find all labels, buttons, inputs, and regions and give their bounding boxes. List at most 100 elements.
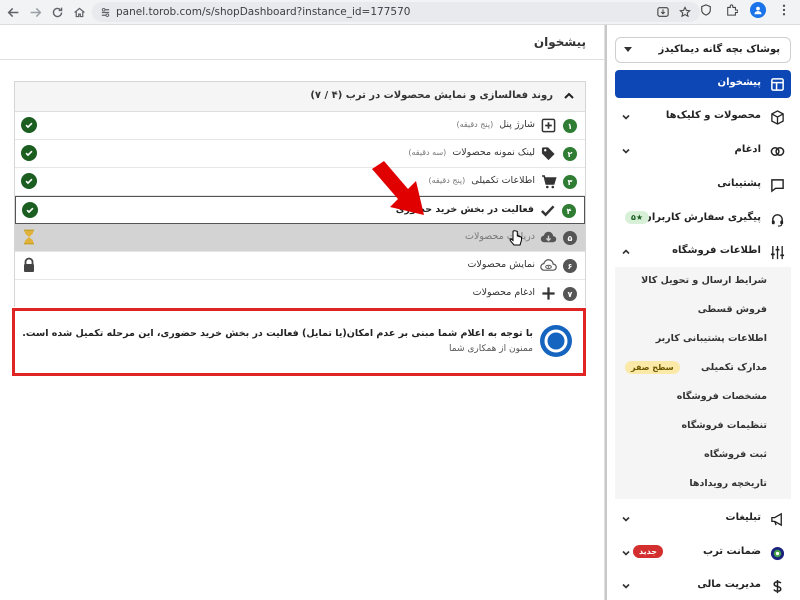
cart-icon: [540, 173, 557, 190]
notice-subtext: ممنون از همکاری شما: [449, 344, 533, 354]
sidebar-item-merge[interactable]: ادغام: [615, 137, 791, 165]
notice-text: با توجه به اعلام شما مبنی بر عدم امکان(ی…: [22, 328, 533, 339]
step-row-active[interactable]: ۴ فعالیت در بخش خرید حضوری: [15, 196, 585, 224]
tag-icon: [540, 145, 557, 162]
sidebar-item-store-info[interactable]: اطلاعات فروشگاه: [615, 238, 791, 266]
sidebar-subitem-label: مدارک تکمیلی: [701, 362, 767, 373]
step-number: ۴: [562, 204, 576, 218]
sidebar-subitem-label: فروش قسطی: [697, 304, 767, 315]
browser-menu-icon[interactable]: [776, 2, 792, 18]
step-row[interactable]: ۳ اطلاعات تکمیلی (پنج دقیقه): [15, 168, 585, 196]
main-content: پیشخوان روند فعالسازی و نمایش محصولات در…: [0, 25, 604, 600]
sidebar-item-label: تبلیغات: [725, 512, 761, 523]
sidebar-subitem-store-details[interactable]: مشخصات فروشگاه: [615, 383, 791, 412]
sidebar-item-support[interactable]: پشتیبانی: [615, 171, 791, 199]
chevron-down-icon[interactable]: [621, 112, 631, 122]
sidebar-subitem-label: شرایط ارسال و تحویل کالا: [641, 275, 767, 286]
dollar-icon: [769, 578, 785, 594]
sidebar-subitem-documents[interactable]: مدارک تکمیلی سطح صفر: [615, 354, 791, 383]
step-label: لینک نمونه محصولات (سه دقیقه): [408, 147, 535, 158]
step-number: ۶: [563, 259, 577, 273]
sidebar-subitem-label: تاریخچه رویدادها: [689, 478, 767, 489]
check-circle-icon: [21, 173, 37, 189]
merge-icon: [769, 143, 785, 159]
plus-box-icon: [540, 117, 557, 134]
sidebar-item-label: ضمانت ترب: [703, 546, 761, 557]
caret-down-icon[interactable]: [624, 47, 632, 52]
annotation-arrow-icon: [372, 161, 424, 215]
panel-header[interactable]: روند فعالسازی و نمایش محصولات در ترب (۴ …: [15, 82, 585, 112]
sidebar-subitem-label: اطلاعات پشتیبانی کاربر: [655, 333, 767, 344]
scrollbar[interactable]: [605, 25, 607, 600]
dashboard-icon: [769, 76, 785, 92]
sidebar-item-label: پیگیری سفارش کاربران: [643, 212, 761, 223]
megaphone-icon: [769, 511, 785, 527]
chevron-down-icon[interactable]: [621, 581, 631, 591]
sidebar-item-label: اطلاعات فروشگاه: [672, 245, 761, 256]
eye-cloud-icon: [540, 257, 557, 274]
sidebar-subitem-label: ثبت فروشگاه: [704, 449, 767, 460]
chevron-up-icon[interactable]: [563, 90, 575, 102]
check-circle-icon: [21, 117, 37, 133]
sidebar-subitem-store-settings[interactable]: تنظیمات فروشگاه: [615, 412, 791, 441]
browser-toolbar: panel.torob.com/s/shopDashboard?instance…: [0, 0, 800, 25]
step-number: ۵: [563, 231, 577, 245]
step-row[interactable]: ۷ ادغام محصولات: [15, 280, 585, 308]
sidebar-subitem-support-info[interactable]: اطلاعات پشتیبانی کاربر: [615, 325, 791, 354]
sidebar-subitem-label: تنظیمات فروشگاه: [681, 420, 767, 431]
profile-avatar[interactable]: [750, 2, 766, 18]
step-label: اطلاعات تکمیلی (پنج دقیقه): [428, 175, 535, 186]
sidebar-subitem-shipping[interactable]: شرایط ارسال و تحویل کالا: [615, 267, 791, 296]
hand-cursor-icon: [509, 230, 522, 246]
level-badge: سطح صفر: [625, 361, 680, 374]
check-icon: [539, 202, 556, 219]
sidebar-subitem-store-register[interactable]: ثبت فروشگاه: [615, 441, 791, 470]
forward-icon[interactable]: [24, 1, 46, 23]
lock-icon: [21, 257, 37, 273]
shield-extension-icon[interactable]: [698, 2, 714, 18]
sidebar: پوشاک بچه گانه دیماکیدز پیشخوان محصولات …: [604, 25, 800, 600]
bookmark-star-icon[interactable]: [678, 5, 692, 19]
sidebar-subitem-installment[interactable]: فروش قسطی: [615, 296, 791, 325]
sidebar-item-dashboard[interactable]: پیشخوان: [615, 70, 791, 98]
chat-icon: [769, 177, 785, 193]
sidebar-item-label: پیشخوان: [717, 77, 761, 88]
site-settings-icon[interactable]: [100, 7, 111, 18]
chevron-down-icon[interactable]: [621, 548, 631, 558]
reload-icon[interactable]: [46, 1, 68, 23]
step-row[interactable]: ۱ شارژ پنل (پنج دقیقه): [15, 112, 585, 140]
activation-steps-panel: روند فعالسازی و نمایش محصولات در ترب (۴ …: [14, 81, 586, 308]
sidebar-item-label: ادغام: [734, 144, 761, 155]
new-badge: جدید: [633, 545, 664, 558]
extensions-puzzle-icon[interactable]: [724, 2, 740, 18]
sidebar-item-order-tracking[interactable]: پیگیری سفارش کاربران ۵★: [615, 205, 791, 233]
sidebar-item-products[interactable]: محصولات و کلیک‌ها: [615, 103, 791, 131]
home-icon[interactable]: [68, 1, 90, 23]
url-text: panel.torob.com/s/shopDashboard?instance…: [116, 6, 411, 18]
chevron-down-icon[interactable]: [621, 514, 631, 524]
sliders-icon: [769, 244, 785, 260]
step-number: ۲: [563, 147, 577, 161]
check-circle-icon: [21, 145, 37, 161]
sidebar-subitem-event-history[interactable]: تاریخچه رویدادها: [615, 470, 791, 499]
sidebar-subitem-label: مشخصات فروشگاه: [676, 391, 767, 402]
back-icon[interactable]: [2, 1, 24, 23]
completion-notice: با توجه به اعلام شما مبنی بر عدم امکان(ی…: [12, 308, 586, 376]
step-number: ۱: [563, 119, 577, 133]
step-row[interactable]: ۲ لینک نمونه محصولات (سه دقیقه): [15, 140, 585, 168]
address-bar[interactable]: panel.torob.com/s/shopDashboard?instance…: [92, 2, 700, 22]
step-label: ادغام محصولات: [472, 287, 535, 298]
install-app-icon[interactable]: [656, 5, 670, 19]
shop-selector[interactable]: پوشاک بچه گانه دیماکیدز: [615, 37, 791, 63]
step-label: نمایش محصولات: [467, 259, 535, 270]
chevron-down-icon[interactable]: [621, 146, 631, 156]
step-number: ۷: [563, 287, 577, 301]
panel-title: روند فعالسازی و نمایش محصولات در ترب (۴ …: [310, 90, 553, 101]
step-row-pending[interactable]: ۵ دریافت محصولات: [15, 224, 585, 252]
chevron-up-icon[interactable]: [621, 247, 631, 257]
sidebar-item-finance[interactable]: مدیریت مالی: [615, 572, 791, 600]
step-row-locked[interactable]: ۶ نمایش محصولات: [15, 252, 585, 280]
sidebar-item-guarantee[interactable]: ضمانت ترب جدید: [615, 539, 791, 567]
sidebar-item-ads[interactable]: تبلیغات: [615, 505, 791, 533]
shield-badge-icon: [769, 545, 785, 561]
